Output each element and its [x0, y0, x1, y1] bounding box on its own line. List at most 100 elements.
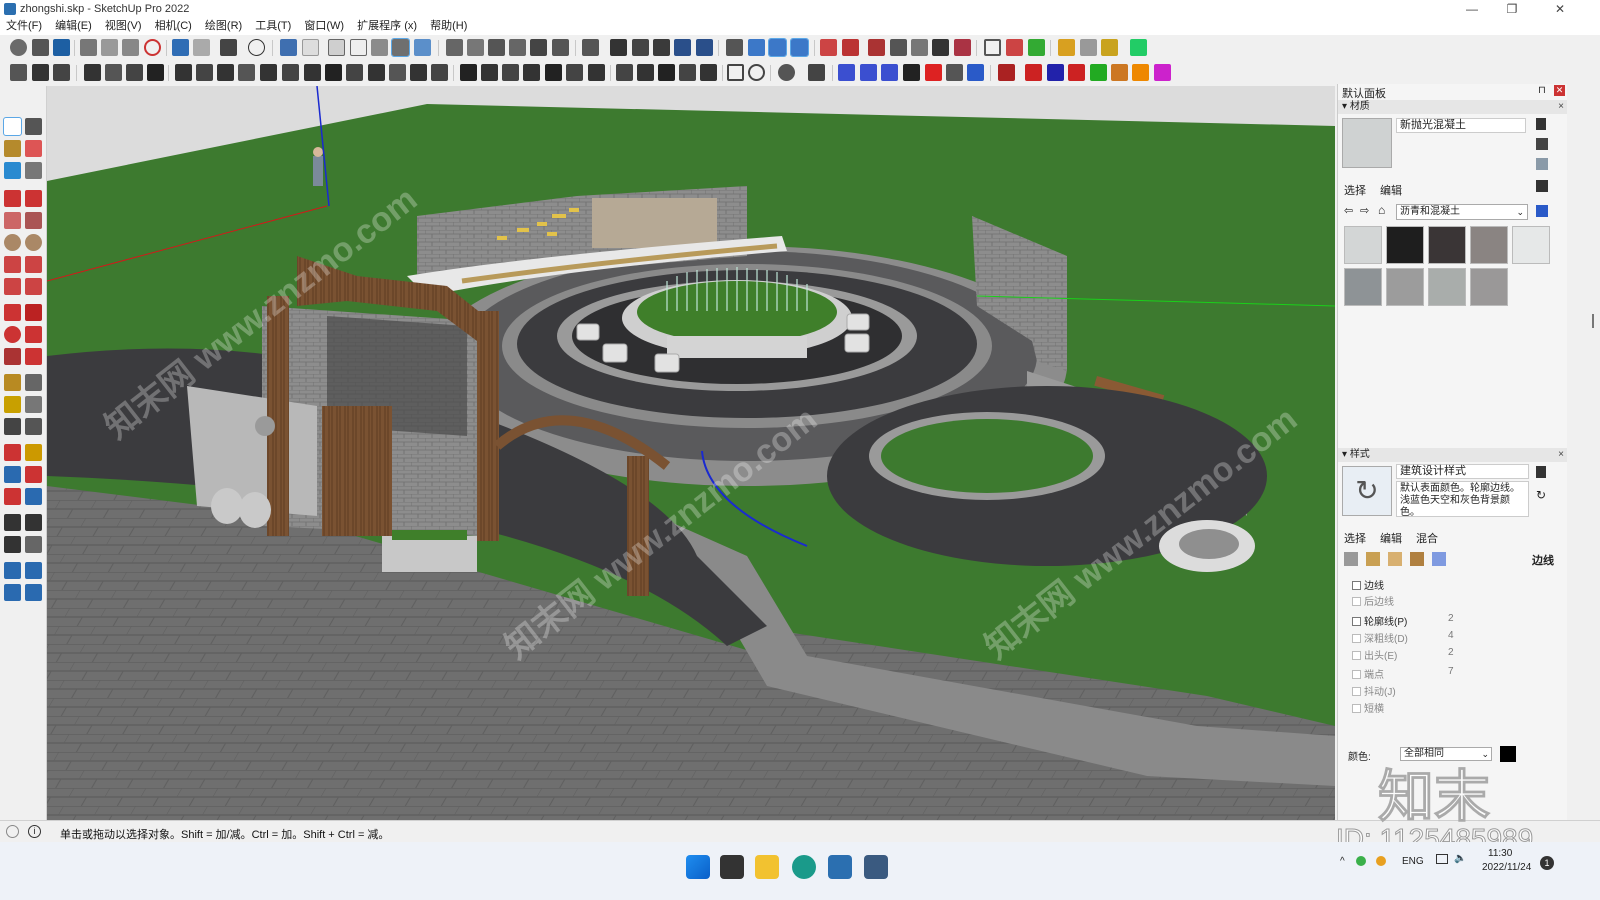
style-name-field[interactable]: 建筑设计样式 — [1396, 464, 1529, 479]
create-material-icon[interactable] — [1536, 138, 1548, 150]
ext-tool-51-icon[interactable] — [1154, 64, 1171, 81]
polygon-tool-icon[interactable] — [25, 234, 42, 251]
pie-tool-icon[interactable] — [25, 278, 42, 295]
rotated-rectangle-icon[interactable] — [25, 212, 42, 229]
redo-icon[interactable] — [193, 39, 210, 56]
menu-draw[interactable]: 绘图(R) — [205, 18, 242, 35]
paste-icon[interactable] — [122, 39, 139, 56]
tape-tool-icon[interactable] — [25, 162, 42, 179]
details-icon[interactable] — [1536, 205, 1548, 217]
intersect-icon[interactable] — [1028, 39, 1045, 56]
open-file-icon[interactable] — [32, 39, 49, 56]
geo-location-icon[interactable] — [6, 825, 19, 838]
previous-view-icon[interactable] — [25, 488, 42, 505]
notification-badge[interactable]: 1 — [1540, 856, 1554, 870]
orbit-icon[interactable] — [4, 444, 21, 461]
clock-time[interactable]: 11:30 — [1488, 848, 1512, 859]
ext-tool-31-icon[interactable] — [679, 64, 696, 81]
edge-option-checkbox[interactable]: 抖动(J) — [1352, 683, 1396, 698]
section-display-icon[interactable] — [674, 39, 691, 56]
ext-tool-22-icon[interactable] — [481, 64, 498, 81]
ext-tool-38-icon[interactable] — [860, 64, 877, 81]
section-fill-icon[interactable] — [653, 39, 670, 56]
circle-tool-icon[interactable] — [4, 234, 21, 251]
walk-icon[interactable] — [4, 536, 21, 553]
ext-tool-2-icon[interactable] — [32, 64, 49, 81]
model-viewport[interactable]: 知末网 www.znzmo.com 知末网 www.znzmo.com 知末网 … — [47, 86, 1335, 820]
material-library-select[interactable]: 沥青和混凝土 ⌄ — [1396, 204, 1528, 220]
material-swatch[interactable] — [1470, 268, 1508, 306]
orbit-tool-icon[interactable] — [25, 118, 42, 135]
edge-option-value[interactable]: 4 — [1448, 630, 1454, 641]
sketchup-taskbar-icon[interactable] — [828, 855, 852, 879]
new-model-icon[interactable] — [10, 39, 27, 56]
follow-me-icon[interactable] — [25, 326, 42, 343]
ext-tool-25-icon[interactable] — [545, 64, 562, 81]
menu-help[interactable]: 帮助(H) — [430, 18, 467, 35]
ext-tool-47-icon[interactable] — [1068, 64, 1085, 81]
ext-tool-24-icon[interactable] — [523, 64, 540, 81]
top-view-icon[interactable] — [467, 39, 484, 56]
pin-icon[interactable]: ⊓ — [1538, 85, 1546, 96]
components-icon[interactable] — [1101, 39, 1118, 56]
view-hidden-icon[interactable] — [748, 39, 765, 56]
edge-option-value[interactable]: 2 — [1448, 613, 1454, 624]
ext-tool-14-icon[interactable] — [304, 64, 321, 81]
wireframe-icon[interactable] — [328, 39, 345, 56]
ext-tool-23-icon[interactable] — [502, 64, 519, 81]
ext-tool-41-icon[interactable] — [925, 64, 942, 81]
outer-shell-icon[interactable] — [1006, 39, 1023, 56]
panel-close-icon[interactable]: × — [1558, 100, 1564, 114]
undo-icon[interactable] — [172, 39, 189, 56]
ext-tool-33-icon[interactable] — [727, 64, 744, 81]
ext-tool-30-icon[interactable] — [658, 64, 675, 81]
ext-tool-37-icon[interactable] — [838, 64, 855, 81]
ext-tool-50-icon[interactable] — [1132, 64, 1149, 81]
network-icon[interactable] — [1436, 854, 1448, 864]
menu-file[interactable]: 文件(F) — [6, 18, 42, 35]
back-view-icon[interactable] — [530, 39, 547, 56]
move-tool-icon[interactable] — [4, 304, 21, 321]
menu-view[interactable]: 视图(V) — [105, 18, 142, 35]
position-camera-icon[interactable] — [4, 514, 21, 531]
sandbox-scratch-icon[interactable] — [25, 562, 42, 579]
edge-option-value[interactable]: 7 — [1448, 666, 1454, 677]
ext-tool-43-icon[interactable] — [967, 64, 984, 81]
material-swatch[interactable] — [1344, 268, 1382, 306]
minimize-button[interactable]: — — [1452, 0, 1492, 18]
ext-tool-48-icon[interactable] — [1090, 64, 1107, 81]
checkbox-box[interactable] — [1352, 704, 1361, 713]
extension-icon[interactable] — [1130, 39, 1147, 56]
maximize-button[interactable]: ❐ — [1492, 0, 1532, 18]
look-around-icon[interactable] — [25, 514, 42, 531]
solid-tools-icon[interactable] — [984, 39, 1001, 56]
checkbox-box[interactable] — [1352, 687, 1361, 696]
model-info-icon[interactable] — [248, 39, 265, 56]
ext-tool-49-icon[interactable] — [1111, 64, 1128, 81]
tray-scrollbar[interactable] — [1567, 84, 1600, 820]
edge-option-checkbox[interactable]: 端点 7 — [1352, 666, 1454, 681]
ext-tool-8-icon[interactable] — [175, 64, 192, 81]
drape-icon[interactable] — [911, 39, 928, 56]
ext-tool-36-icon[interactable] — [808, 64, 825, 81]
pan-icon[interactable] — [25, 444, 42, 461]
styles-panel-header[interactable]: ▾ 样式 × — [1338, 448, 1568, 462]
ext-tool-21-icon[interactable] — [460, 64, 477, 81]
print-icon[interactable] — [220, 39, 237, 56]
material-sample-icon[interactable] — [1536, 118, 1546, 130]
erase-icon[interactable] — [144, 39, 161, 56]
checkbox-box[interactable] — [1352, 581, 1361, 590]
ext-tool-3-icon[interactable] — [53, 64, 70, 81]
menu-window[interactable]: 窗口(W) — [304, 18, 344, 35]
xray-icon[interactable] — [302, 39, 319, 56]
ext-tool-10-icon[interactable] — [217, 64, 234, 81]
shaded-icon[interactable] — [371, 39, 388, 56]
eyedropper-icon[interactable] — [1536, 180, 1548, 192]
iso-view-icon[interactable] — [446, 39, 463, 56]
section-cuts-icon[interactable] — [632, 39, 649, 56]
checkbox-box[interactable] — [1352, 651, 1361, 660]
zoom-extents-icon[interactable] — [4, 488, 21, 505]
start-icon[interactable] — [686, 855, 710, 879]
checkbox-box[interactable] — [1352, 670, 1361, 679]
forward-icon[interactable]: ⇨ — [1360, 204, 1369, 217]
